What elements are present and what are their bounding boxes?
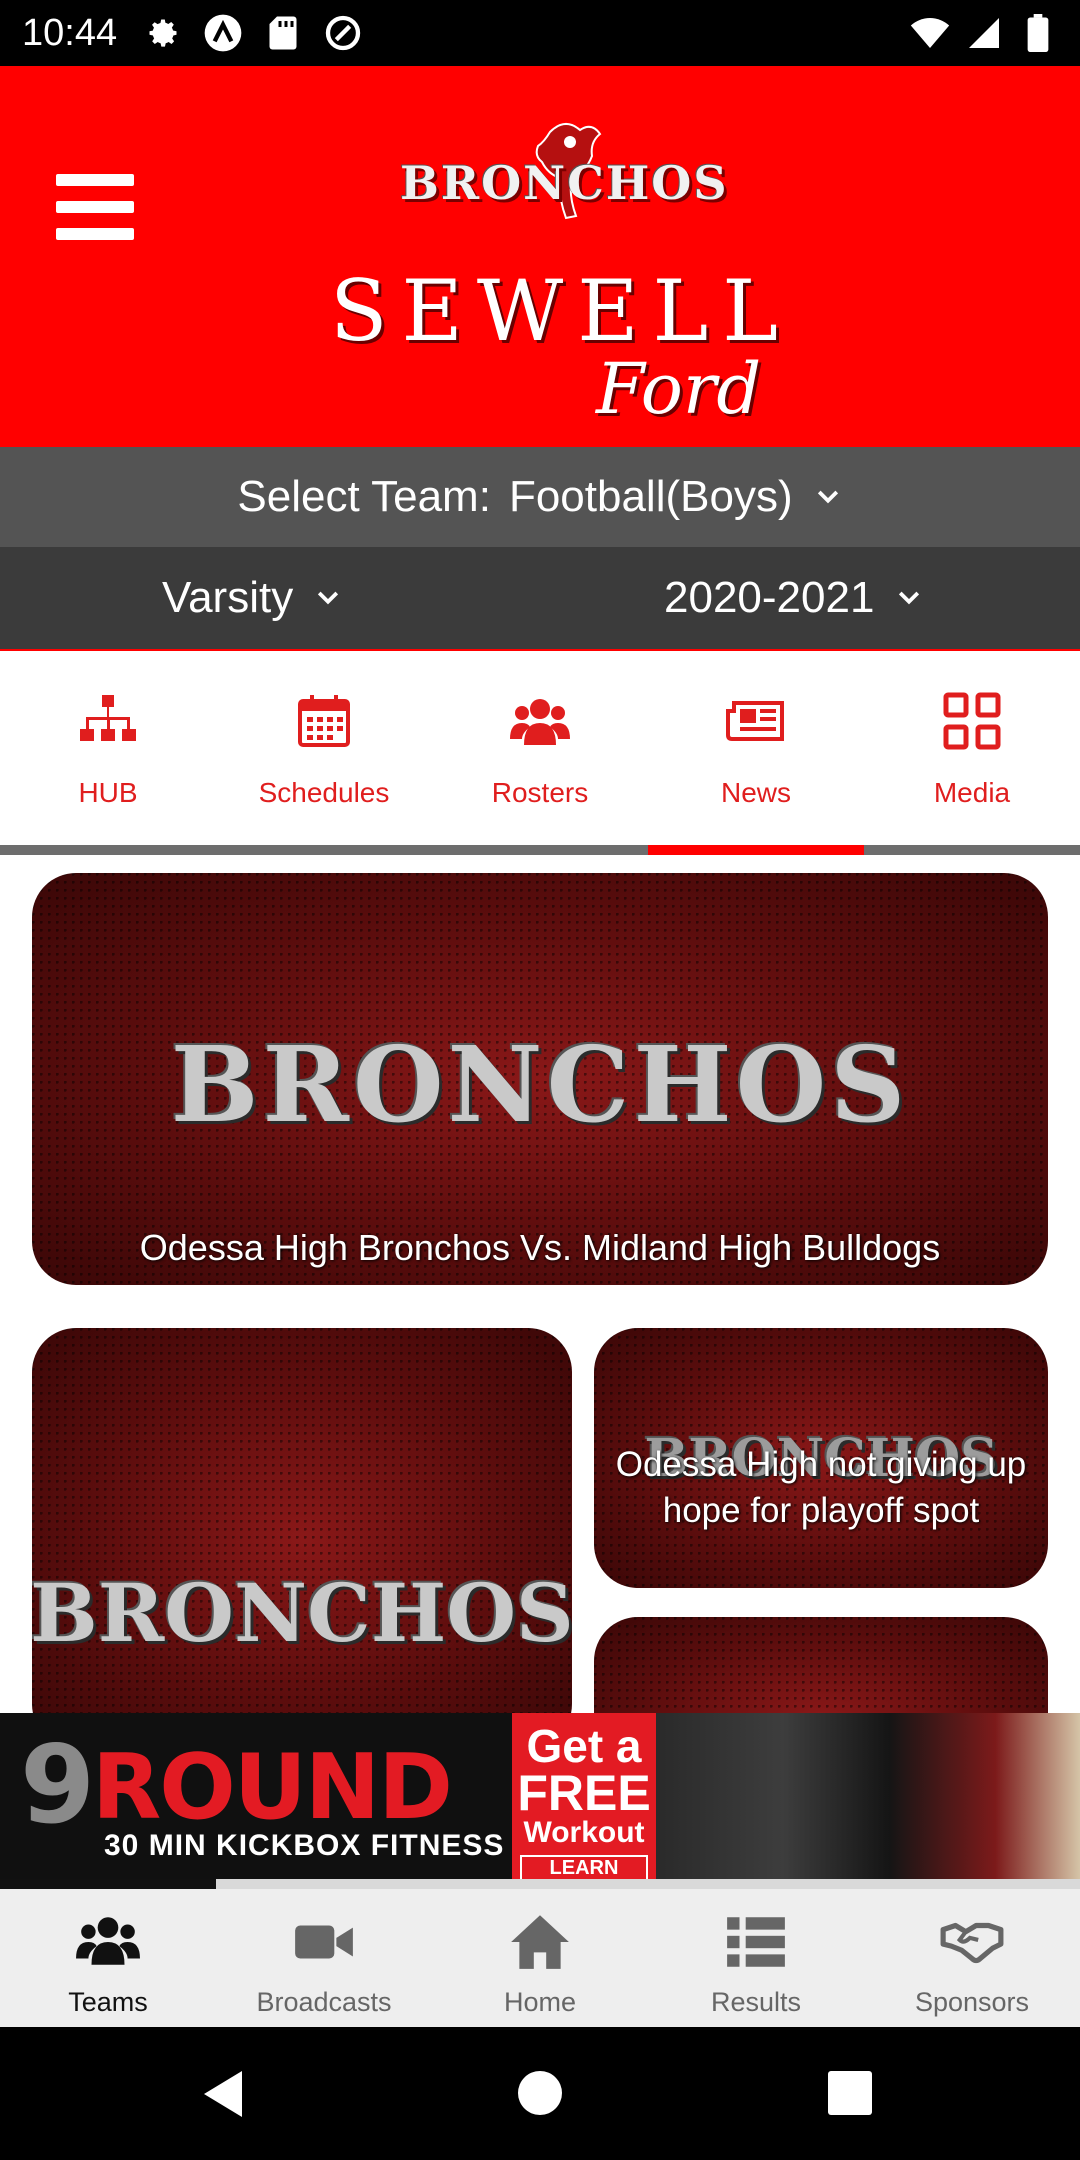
tab-schedules[interactable]: Schedules	[216, 653, 432, 847]
nav-sponsors[interactable]: Sponsors	[864, 1889, 1080, 2027]
chevron-down-icon	[318, 591, 339, 605]
ad-brand-number: 9	[20, 1723, 96, 1848]
tab-label: Rosters	[491, 777, 589, 808]
menu-line	[56, 174, 134, 186]
nav-label: Broadcasts	[256, 1987, 392, 2017]
news-card-title: Odessa High Bronchos Vs. Midland High Bu…	[139, 1227, 941, 1268]
news-feed: BRONCHOS Odessa High Bronchos Vs. Midlan…	[0, 855, 1080, 1713]
news-card[interactable]: BRONCHOS Odessa High not giving up hope …	[594, 1328, 1048, 1588]
ford-logo-text: Ford	[596, 348, 762, 430]
back-icon[interactable]	[198, 2067, 248, 2121]
news-card[interactable]	[594, 1617, 1048, 1713]
section-tabs: HUB Schedules Rosters News Media	[0, 653, 1080, 847]
ad-progress-bar	[0, 1879, 216, 1889]
nav-teams[interactable]: Teams	[0, 1889, 216, 2027]
ad-cta-line: Workout	[523, 1816, 645, 1849]
system-navigation-bar	[0, 2027, 1080, 2160]
battery-icon	[1018, 13, 1058, 53]
season-dropdown[interactable]: 2020-2021	[664, 573, 924, 623]
signal-icon	[964, 13, 1004, 53]
ad-cta-line: Get a	[526, 1720, 642, 1772]
nav-label: Teams	[68, 1987, 148, 2017]
app-icon	[203, 13, 243, 53]
nav-label: Sponsors	[914, 1987, 1030, 2017]
ad-cta-block: Get a FREE Workout LEARN MORE	[512, 1713, 656, 1883]
news-card[interactable]: BRONCHOS	[32, 1328, 572, 1713]
tab-label: News	[720, 777, 791, 808]
sponsor-ad-banner[interactable]: 9 ROUND 30 MIN KICKBOX FITNESS Get a FRE…	[0, 1713, 1080, 1883]
team-selector-label: Select Team:	[237, 472, 491, 521]
menu-line	[56, 228, 134, 240]
team-selector[interactable]: Select Team: Football(Boys)	[0, 447, 1080, 547]
season-value: 2020-2021	[664, 573, 875, 622]
nav-broadcasts[interactable]: Broadcasts	[216, 1889, 432, 2027]
filter-row: Varsity 2020-2021	[0, 547, 1080, 651]
ad-brand-word: ROUND	[92, 1735, 453, 1840]
status-time: 10:44	[22, 11, 118, 54]
tab-hub[interactable]: HUB	[0, 653, 216, 847]
tab-active-indicator	[648, 845, 864, 855]
app-header: BRONCHOS SEWELL Ford	[0, 66, 1080, 447]
sewell-logo-text: SEWELL	[330, 262, 793, 360]
calendar-icon	[298, 695, 350, 747]
tab-indicator-track	[0, 845, 1080, 855]
home-circle-icon[interactable]	[518, 2071, 562, 2115]
nav-home[interactable]: Home	[432, 1889, 648, 2027]
settings-icon	[143, 13, 183, 53]
sd-card-icon	[263, 13, 303, 53]
tab-label: Media	[933, 777, 1011, 808]
tab-media[interactable]: Media	[864, 653, 1080, 847]
menu-line	[56, 201, 134, 213]
video-camera-icon	[295, 1925, 353, 1959]
ad-photo	[656, 1713, 1080, 1883]
ad-tagline: 30 MIN KICKBOX FITNESS	[104, 1829, 505, 1862]
team-selector-value: Football(Boys)	[508, 472, 793, 521]
users-icon	[510, 699, 570, 745]
tab-news[interactable]: News	[648, 653, 864, 847]
news-card[interactable]: BRONCHOS Odessa High Bronchos Vs. Midlan…	[32, 873, 1048, 1285]
tab-label: HUB	[78, 777, 138, 808]
org-chart-icon	[80, 695, 136, 741]
tab-rosters[interactable]: Rosters	[432, 653, 648, 847]
home-icon	[511, 1915, 569, 1969]
news-card-title: Odessa High not giving up hope for playo…	[615, 1445, 1027, 1530]
wifi-icon	[910, 13, 950, 53]
status-bar: 10:44	[0, 0, 1080, 66]
card-image-text: BRONCHOS	[32, 1566, 572, 1660]
sync-icon	[323, 13, 363, 53]
nav-label: Results	[710, 1987, 802, 2017]
list-icon	[727, 1917, 785, 1967]
status-icons-right	[910, 13, 1058, 53]
tab-label: Schedules	[258, 777, 390, 808]
recent-apps-icon[interactable]	[828, 2071, 872, 2115]
chevron-down-icon	[817, 490, 838, 504]
chevron-down-icon	[899, 591, 920, 605]
status-icons-left	[143, 13, 363, 53]
newspaper-icon	[726, 701, 784, 741]
bottom-navigation: Teams Broadcasts Home Results Sponsors	[0, 1889, 1080, 2027]
nav-results[interactable]: Results	[648, 1889, 864, 2027]
level-value: Varsity	[162, 573, 294, 622]
users-icon	[76, 1917, 140, 1965]
handshake-icon	[940, 1922, 1004, 1964]
bronchos-logo-text: BRONCHOS	[400, 156, 729, 210]
level-dropdown[interactable]: Varsity	[162, 573, 343, 623]
card-image-text: BRONCHOS	[170, 1023, 910, 1146]
ad-cta-line: FREE	[517, 1765, 651, 1821]
hamburger-menu-button[interactable]	[56, 174, 134, 240]
grid-icon	[943, 692, 1001, 750]
nav-label: Home	[503, 1987, 577, 2017]
